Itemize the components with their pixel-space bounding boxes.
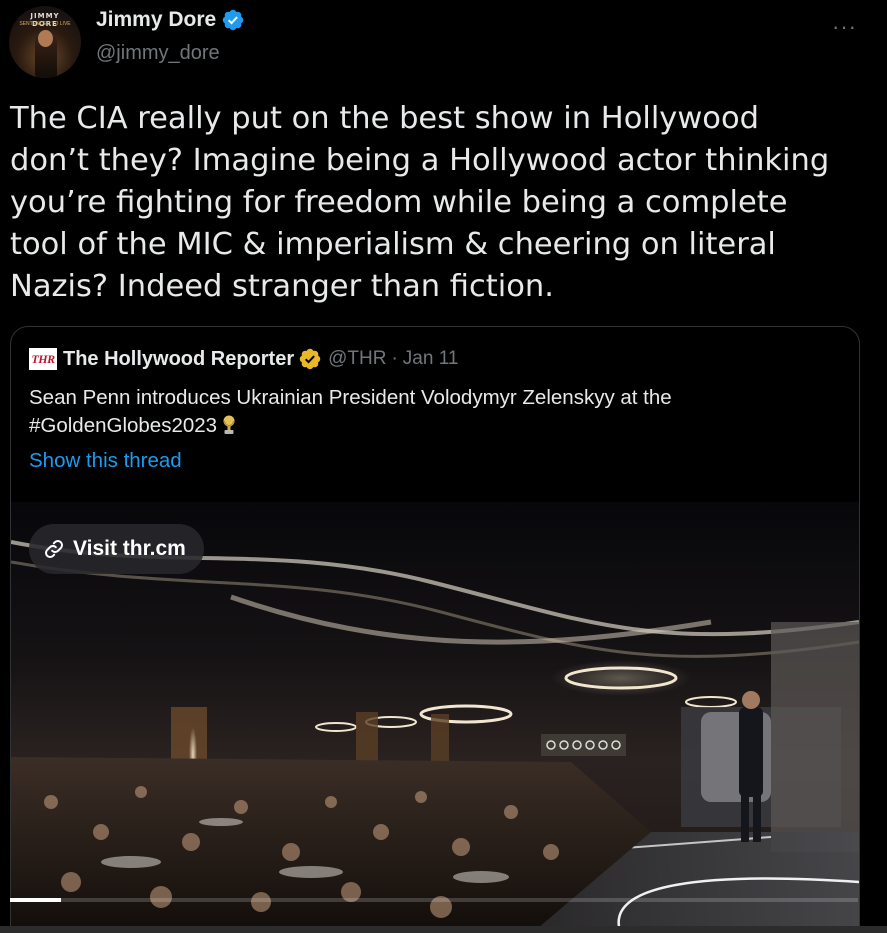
bottom-scrollbar bbox=[0, 926, 887, 933]
verified-badge-icon bbox=[222, 9, 244, 31]
video-media[interactable]: Visit thr.cm bbox=[11, 502, 859, 933]
quoted-handle[interactable]: @THR bbox=[328, 348, 386, 370]
visit-link-label: Visit thr.cm bbox=[73, 537, 186, 560]
quoted-display-name[interactable]: The Hollywood Reporter bbox=[63, 348, 294, 371]
quoted-tweet[interactable]: THR The Hollywood Reporter @THR · Jan 11… bbox=[10, 326, 860, 933]
avatar[interactable]: JIMMY DORE SENTENCED TO LIVE bbox=[9, 6, 81, 78]
more-horizontal-icon[interactable]: ··· bbox=[832, 14, 857, 40]
video-progress-bar[interactable] bbox=[10, 898, 858, 902]
quoted-tweet-text: Sean Penn introduces Ukrainian President… bbox=[29, 384, 839, 440]
video-progress-fill bbox=[10, 898, 61, 902]
gold-verified-badge-icon bbox=[299, 348, 321, 370]
quoted-tweet-header: THR The Hollywood Reporter @THR · Jan 11 bbox=[29, 347, 458, 371]
visit-link-button[interactable]: Visit thr.cm bbox=[29, 524, 204, 574]
thr-logo[interactable]: THR bbox=[29, 348, 57, 370]
show-thread-link[interactable]: Show this thread bbox=[29, 449, 182, 473]
tweet: JIMMY DORE SENTENCED TO LIVE Jimmy Dore … bbox=[0, 0, 887, 933]
avatar-subtitle-text: SENTENCED TO LIVE bbox=[19, 21, 71, 27]
golden-globe-icon bbox=[223, 415, 235, 434]
author-name-row: Jimmy Dore bbox=[96, 8, 245, 32]
author-display-name[interactable]: Jimmy Dore bbox=[96, 8, 216, 32]
link-icon bbox=[45, 540, 63, 558]
separator-dot: · bbox=[391, 348, 398, 369]
quoted-tweet-text-content: Sean Penn introduces Ukrainian President… bbox=[29, 386, 672, 437]
author-handle[interactable]: @jimmy_dore bbox=[96, 42, 220, 65]
avatar-head bbox=[38, 30, 53, 47]
quoted-date[interactable]: Jan 11 bbox=[403, 348, 459, 370]
tweet-text: The CIA really put on the best show in H… bbox=[10, 101, 830, 304]
